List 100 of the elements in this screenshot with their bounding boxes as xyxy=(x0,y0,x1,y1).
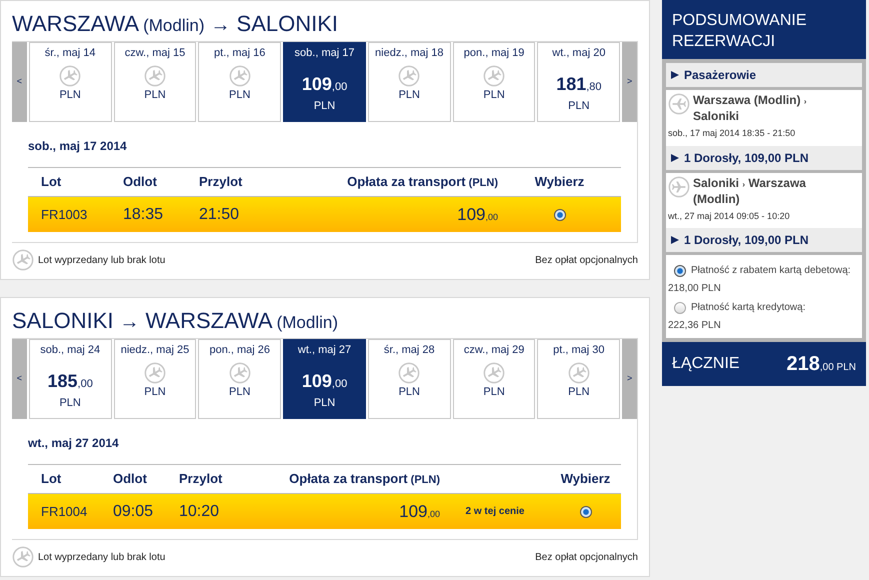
departure-time: 18:35 xyxy=(122,204,164,224)
date-tab[interactable]: czw., maj 15 PLN xyxy=(114,42,196,122)
flight-date-heading: sob., maj 17 2014 xyxy=(28,138,128,155)
column-header: Lot xyxy=(40,172,62,190)
date-label: sob., maj 24 xyxy=(40,343,100,358)
flight-price: 109,00 xyxy=(456,204,498,226)
currency: PLN xyxy=(144,88,166,102)
date-label: czw., maj 15 xyxy=(124,46,186,61)
date-tab[interactable]: pon., maj 19 PLN xyxy=(452,42,536,122)
currency: PLN xyxy=(59,396,81,410)
fare-row[interactable]: 1 Dorosły, 109,00 PLN xyxy=(666,228,862,252)
date-label: czw., maj 29 xyxy=(464,343,524,358)
currency: PLN xyxy=(483,88,505,102)
flight-date-heading: wt., maj 27 2014 xyxy=(28,435,120,452)
date-label: pon., maj 19 xyxy=(464,46,524,61)
route-airport: (Modlin) xyxy=(276,312,338,334)
payment-amount: 222,36 PLN xyxy=(668,319,722,333)
flight-row[interactable]: FR1004 09:05 10:20 109,00 2 w tej cenie xyxy=(28,494,621,529)
segment-route: Saloniki › Warszawa (Modlin) xyxy=(693,176,807,206)
date-label: wt., maj 27 xyxy=(298,343,352,358)
fees-note: Bez opłat opcjonalnych xyxy=(535,254,638,268)
radio-button[interactable] xyxy=(674,302,686,314)
date-tab[interactable]: pt., maj 16 PLN xyxy=(198,42,282,122)
plane-icon xyxy=(59,64,82,86)
route-city: SALONIKI xyxy=(12,307,114,335)
fees-note: Bez opłat opcjonalnych xyxy=(535,550,638,564)
date-price: 109,00 xyxy=(302,372,348,390)
route-airport: (Modlin) xyxy=(143,15,205,37)
plane-icon xyxy=(483,64,506,86)
date-tab[interactable]: niedz., maj 25 PLN xyxy=(114,339,196,419)
flight-number: FR1003 xyxy=(40,206,88,224)
column-header: Opłata za transport (PLN) xyxy=(346,172,498,191)
currency: PLN xyxy=(314,396,336,410)
date-tab[interactable]: wt., maj 20 181,80 PLN xyxy=(537,42,620,122)
payment-amount: 218,00 PLN xyxy=(668,282,722,296)
date-tab[interactable]: śr., maj 28 PLN xyxy=(368,339,451,419)
departure-time: 09:05 xyxy=(112,502,154,522)
passengers-row[interactable]: Pasażerowie xyxy=(666,63,862,87)
payment-label: Płatność z rabatem kartą debetową: xyxy=(691,264,851,278)
date-tab[interactable]: niedz., maj 18 PLN xyxy=(368,42,451,122)
date-tab[interactable]: pon., maj 26 PLN xyxy=(198,339,282,419)
next-button[interactable]: > xyxy=(622,339,638,419)
date-tab[interactable]: sob., maj 17 109,00 PLN xyxy=(283,42,366,122)
date-label: pon., maj 26 xyxy=(209,343,270,358)
triangle-icon xyxy=(671,154,679,162)
previous-button[interactable]: < xyxy=(12,339,27,419)
flight-price: 109,00 xyxy=(398,500,440,523)
plane-icon xyxy=(398,362,420,384)
currency: PLN xyxy=(398,88,420,102)
previous-button[interactable]: < xyxy=(12,42,27,122)
date-price: 109,00 xyxy=(302,74,348,92)
column-header: Odlot xyxy=(122,172,158,190)
plane-icon xyxy=(568,362,590,384)
flight-row[interactable]: FR1003 18:35 21:50 109,00 xyxy=(28,197,621,232)
seats-note: 2 w tej cenie xyxy=(464,505,526,519)
column-header: Przylot xyxy=(198,172,244,191)
plane-icon xyxy=(483,362,506,384)
currency: PLN xyxy=(568,384,590,400)
triangle-icon xyxy=(671,236,679,244)
currency: PLN xyxy=(144,384,166,400)
radio-button[interactable] xyxy=(554,208,566,220)
segment-datetime: sob., 17 maj 2014 18:35 - 21:50 xyxy=(667,127,796,140)
currency: PLN xyxy=(229,88,250,102)
currency: PLN xyxy=(398,384,420,400)
plane-icon xyxy=(228,362,251,384)
date-tab[interactable]: czw., maj 29 PLN xyxy=(452,339,536,419)
total-price: 218,00 PLN xyxy=(786,352,856,377)
column-header: Lot xyxy=(40,470,62,488)
currency: PLN xyxy=(314,98,336,114)
route-city: WARSZAWA xyxy=(145,307,273,335)
next-button[interactable]: > xyxy=(622,42,638,122)
date-label: niedz., maj 25 xyxy=(120,343,190,358)
date-tab[interactable]: wt., maj 27 109,00 PLN xyxy=(283,339,366,419)
currency: PLN xyxy=(229,384,250,400)
plane-icon xyxy=(398,64,420,86)
fare-row[interactable]: 1 Dorosły, 109,00 PLN xyxy=(666,146,862,170)
flight-number: FR1004 xyxy=(40,502,88,521)
date-label: sob., maj 17 xyxy=(294,46,354,61)
date-label: wt., maj 20 xyxy=(552,46,606,61)
legend-text: Lot wyprzedany lub brak lotu xyxy=(38,254,166,268)
date-tab[interactable]: pt., maj 30 PLN xyxy=(537,339,620,419)
date-tab[interactable]: sob., maj 24 185,00 PLN xyxy=(28,339,112,419)
radio-button[interactable] xyxy=(580,506,592,518)
date-label: pt., maj 16 xyxy=(214,46,266,61)
column-header: Wybierz xyxy=(534,172,586,191)
column-header: Wybierz xyxy=(560,470,612,488)
date-label: śr., maj 28 xyxy=(384,343,435,358)
arrival-time: 10:20 xyxy=(178,502,220,522)
radio-button[interactable] xyxy=(674,264,686,276)
arrival-time: 21:50 xyxy=(198,204,240,224)
payment-label: Płatność kartą kredytową: xyxy=(691,301,806,315)
route-arrow: → xyxy=(210,13,231,38)
date-tab[interactable]: śr., maj 14 PLN xyxy=(28,42,112,122)
date-price: 185,00 xyxy=(48,372,93,390)
date-price: 181,80 xyxy=(556,74,602,92)
column-header: Opłata za transport (PLN) xyxy=(288,470,440,488)
date-label: pt., maj 30 xyxy=(553,343,605,358)
currency: PLN xyxy=(483,384,505,400)
column-header: Przylot xyxy=(178,470,224,488)
route-arrow: → xyxy=(119,310,140,335)
